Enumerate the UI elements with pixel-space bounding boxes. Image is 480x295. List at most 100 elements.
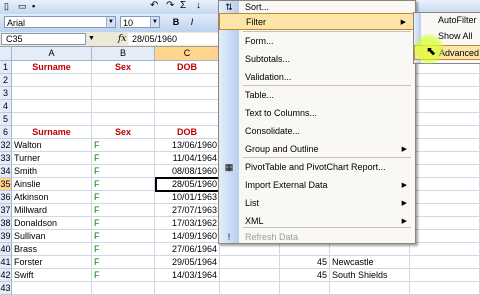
cell-g[interactable] (410, 139, 480, 151)
cell-surname[interactable]: Ainslie (12, 178, 92, 190)
cell-surname[interactable]: Donaldson (12, 217, 92, 229)
cell-dob[interactable] (155, 113, 220, 125)
cell-surname[interactable]: Turner (12, 152, 92, 164)
cell-surname[interactable] (12, 113, 92, 125)
menu-item-consolidate[interactable]: Consolidate... (219, 123, 415, 140)
cell-g[interactable] (410, 230, 480, 242)
menu-item-table[interactable]: Table... (219, 87, 415, 104)
cell-d[interactable] (220, 269, 280, 281)
new-icon[interactable]: ▯ (4, 1, 9, 12)
cell-dob[interactable]: 17/03/1962 (155, 217, 220, 229)
redo-icon[interactable]: ↷ (166, 0, 174, 11)
row-header-41[interactable]: 41 (0, 256, 12, 269)
cell-g[interactable] (410, 74, 480, 86)
save-icon[interactable]: ▪ (32, 1, 35, 11)
cell-sex[interactable]: F (92, 230, 155, 242)
italic-button[interactable]: I (186, 16, 198, 29)
cell-sex[interactable]: Sex (92, 61, 155, 73)
cell-f[interactable]: South Shields (330, 269, 410, 281)
font-name-select[interactable]: Arial ▼ (4, 16, 116, 28)
cell-sex[interactable] (92, 87, 155, 99)
cell-sex[interactable]: F (92, 139, 155, 151)
cell-surname[interactable] (12, 100, 92, 112)
row-header-6[interactable]: 6 (0, 126, 12, 139)
cell-surname[interactable]: Surname (12, 61, 92, 73)
cell-surname[interactable]: Brass (12, 243, 92, 255)
row-header-5[interactable]: 5 (0, 113, 12, 126)
cell-dob[interactable]: 27/06/1964 (155, 243, 220, 255)
menu-item-form[interactable]: Form... (219, 33, 415, 50)
row-header-38[interactable]: 38 (0, 217, 12, 230)
cell-dob[interactable]: 14/03/1964 (155, 269, 220, 281)
cell-g[interactable] (410, 282, 480, 294)
row-header-32[interactable]: 32 (0, 139, 12, 152)
cell-sex[interactable]: F (92, 256, 155, 268)
row-header-34[interactable]: 34 (0, 165, 12, 178)
cell-surname[interactable]: Sullivan (12, 230, 92, 242)
submenu-item-autofilter[interactable]: AutoFilter (414, 13, 480, 28)
name-box-chevron-icon[interactable]: ▼ (88, 33, 95, 45)
row-header-36[interactable]: 36 (0, 191, 12, 204)
cell-g[interactable] (410, 126, 480, 138)
cell-dob[interactable]: 14/09/1960 (155, 230, 220, 242)
cell-sex[interactable]: Sex (92, 126, 155, 138)
cell-dob[interactable]: 11/04/1964 (155, 152, 220, 164)
cell-d[interactable] (220, 282, 280, 294)
column-header-c[interactable]: C (155, 47, 220, 60)
row-header-2[interactable]: 2 (0, 74, 12, 87)
cell-surname[interactable] (12, 87, 92, 99)
cell-g[interactable] (410, 243, 480, 255)
cell-dob[interactable] (155, 87, 220, 99)
cell-dob[interactable]: 27/07/1963 (155, 204, 220, 216)
cell-sex[interactable]: F (92, 204, 155, 216)
bold-button[interactable]: B (170, 16, 182, 29)
cell-f[interactable]: Newcastle (330, 256, 410, 268)
name-box[interactable]: C35 (1, 33, 86, 45)
cell-dob[interactable] (155, 74, 220, 86)
chevron-down-icon[interactable]: ▼ (150, 17, 159, 27)
row-header-39[interactable]: 39 (0, 230, 12, 243)
cell-g[interactable] (410, 152, 480, 164)
cell-surname[interactable]: Atkinson (12, 191, 92, 203)
cell-dob[interactable]: 13/06/1960 (155, 139, 220, 151)
cell-sex[interactable]: F (92, 178, 155, 190)
chevron-down-icon[interactable]: ▼ (106, 17, 115, 27)
cell-sex[interactable]: F (92, 243, 155, 255)
formula-input[interactable]: 28/05/1960 (128, 33, 232, 45)
menu-item-group-and-outline[interactable]: Group and Outline ▶ (219, 141, 415, 158)
cell-g[interactable] (410, 217, 480, 229)
insert-function-icon[interactable]: fx (118, 33, 126, 45)
cell-g[interactable] (410, 165, 480, 177)
cell-dob[interactable] (155, 282, 220, 294)
cell-sex[interactable]: F (92, 217, 155, 229)
cell-dob[interactable] (155, 100, 220, 112)
cell-g[interactable] (410, 178, 480, 190)
menu-item-validation[interactable]: Validation... (219, 69, 415, 86)
column-header-a[interactable]: A (12, 47, 92, 60)
menu-item-text-to-columns[interactable]: Text to Columns... (219, 105, 415, 122)
sort-ascending-icon[interactable]: ↓ (196, 0, 201, 11)
cell-dob[interactable]: DOB (155, 61, 220, 73)
sum-icon[interactable]: Σ (180, 0, 186, 11)
cell-surname[interactable]: Swift (12, 269, 92, 281)
row-header-43[interactable]: 43 (0, 282, 12, 295)
row-header-3[interactable]: 3 (0, 87, 12, 100)
cell-dob[interactable]: 29/05/1964 (155, 256, 220, 268)
cell-g[interactable] (410, 87, 480, 99)
cell-sex[interactable]: F (92, 269, 155, 281)
cell-g[interactable] (410, 269, 480, 281)
cell-sex[interactable] (92, 113, 155, 125)
cell-dob[interactable]: 08/08/1960 (155, 165, 220, 177)
cell-e[interactable]: 45 (280, 256, 330, 268)
menu-item-filter[interactable]: Filter ▶ (219, 13, 415, 30)
row-header-40[interactable]: 40 (0, 243, 12, 256)
font-size-select[interactable]: 10 ▼ (120, 16, 160, 28)
cell-sex[interactable] (92, 282, 155, 294)
cell-e[interactable] (280, 282, 330, 294)
cell-surname[interactable]: Surname (12, 126, 92, 138)
row-header-33[interactable]: 33 (0, 152, 12, 165)
menu-item-pivottable-and-pivotchart-report[interactable]: ▦ PivotTable and PivotChart Report... (219, 159, 415, 176)
menu-item-subtotals[interactable]: Subtotals... (219, 51, 415, 68)
open-icon[interactable]: ▭ (18, 1, 27, 12)
column-header-b[interactable]: B (92, 47, 155, 60)
